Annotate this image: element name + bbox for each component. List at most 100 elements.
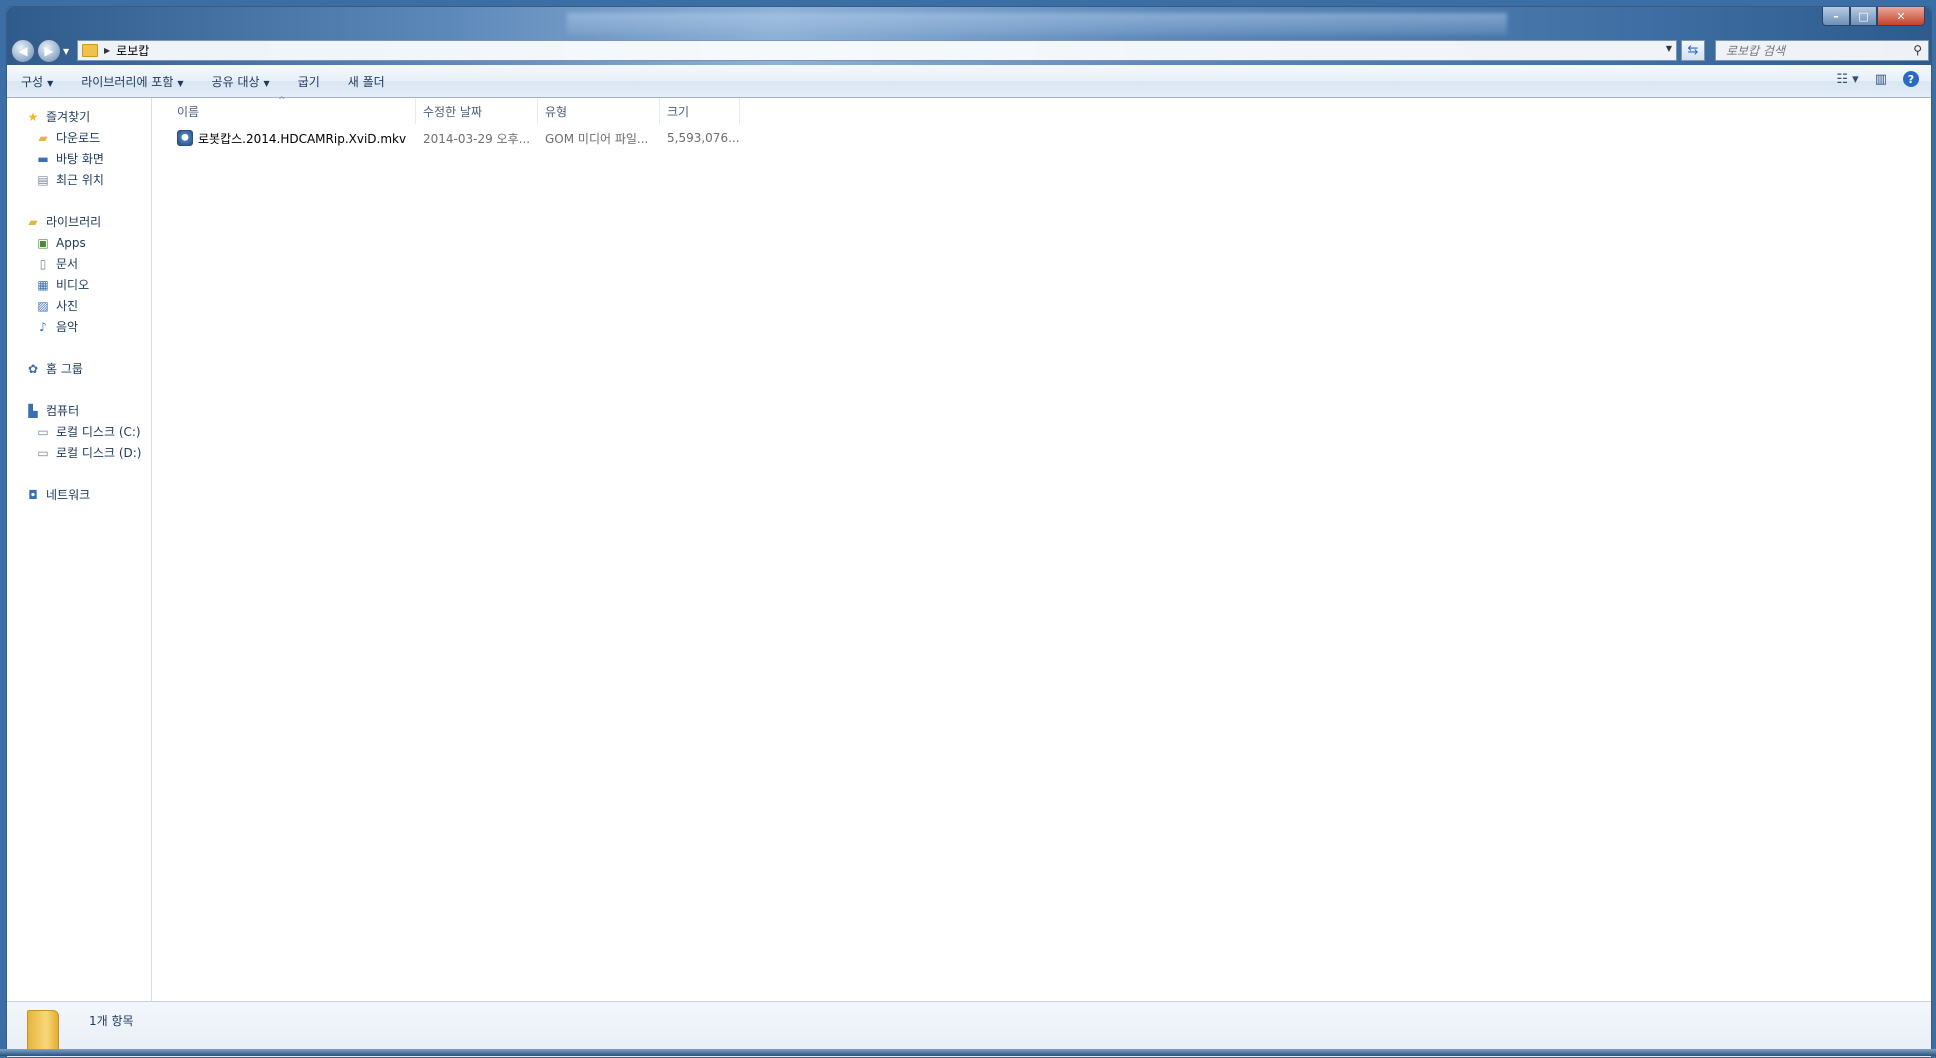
picture-icon: ▨ [37, 298, 49, 313]
sidebar-item-label: 다운로드 [56, 131, 101, 145]
sidebar-item-label: 사진 [56, 299, 79, 313]
window-controls: – □ ✕ [1822, 7, 1925, 26]
sidebar-item-label: 홈 그룹 [46, 362, 83, 376]
sidebar-item-label: Apps [56, 235, 86, 250]
organize-menu[interactable]: 구성 ▼ [7, 73, 67, 90]
chevron-down-icon: ▼ [263, 78, 270, 88]
help-icon[interactable]: ? [1903, 71, 1919, 87]
column-header-date[interactable]: 수정한 날짜 [416, 98, 538, 124]
maximize-button[interactable]: □ [1850, 7, 1877, 26]
column-header-label: 수정한 날짜 [423, 104, 483, 119]
desktop-icon: ▬ [37, 151, 49, 166]
column-header-label: 이름 [177, 104, 200, 119]
file-list-pane: ^ 이름 수정한 날짜 유형 크기 로봇캅스.2014.HDCAMRip.Xvi… [152, 96, 1931, 1001]
address-dropdown-icon[interactable]: ▼ [1666, 44, 1672, 53]
system-drive-icon: ▭ [37, 424, 49, 439]
sidebar-item-pictures[interactable]: ▨ 사진 [7, 295, 151, 316]
sidebar-item-label: 로컬 디스크 (C:) [56, 425, 141, 439]
sort-ascending-icon: ^ [278, 96, 286, 106]
search-icon[interactable]: ⚲ [1913, 43, 1922, 57]
sidebar-item-computer[interactable]: ▙ 컴퓨터 [7, 400, 151, 421]
computer-icon: ▙ [28, 403, 38, 418]
file-name: 로봇캅스.2014.HDCAMRip.XviD.mkv [198, 131, 407, 146]
sidebar-item-label: 즐겨찾기 [46, 110, 91, 124]
sidebar-item-label: 바탕 화면 [56, 152, 104, 166]
sidebar-item-label: 네트워크 [46, 488, 91, 502]
sidebar-item-homegroup[interactable]: ✿ 홈 그룹 [7, 358, 151, 379]
back-button[interactable]: ◀ [11, 39, 35, 63]
music-icon: ♪ [39, 319, 47, 334]
file-row[interactable]: 로봇캅스.2014.HDCAMRip.XviD.mkv 2014-03-29 오… [152, 127, 740, 149]
share-with-label: 공유 대상 [211, 74, 260, 89]
drive-icon: ▭ [37, 445, 49, 460]
folder-icon [82, 44, 98, 57]
sidebar-item-libraries[interactable]: ▰ 라이브러리 [7, 211, 151, 232]
preview-pane-icon[interactable]: ▥ [1875, 72, 1887, 87]
sidebar-item-network[interactable]: ◘ 네트워크 [7, 484, 151, 505]
title-glow [567, 13, 1507, 35]
file-size-cell: 5,593,076... [667, 131, 740, 145]
breadcrumb-current-folder[interactable]: 로보캅 [116, 42, 149, 59]
chevron-down-icon: ▼ [47, 78, 54, 88]
address-bar[interactable]: ▶ 로보캅 ▼ [77, 40, 1677, 61]
file-type-cell: GOM 미디어 파일... [545, 131, 649, 146]
column-header-type[interactable]: 유형 [538, 98, 660, 124]
homegroup-icon: ✿ [27, 361, 39, 376]
share-with-menu[interactable]: 공유 대상 ▼ [198, 73, 284, 90]
sidebar-item-label: 음악 [56, 320, 79, 334]
apps-library-icon: ▣ [37, 235, 49, 250]
sidebar-item-downloads[interactable]: ▰ 다운로드 [7, 127, 151, 148]
back-arrow-icon: ◀ [18, 44, 28, 58]
column-header-row: ^ 이름 수정한 날짜 유형 크기 [152, 96, 740, 124]
refresh-button[interactable]: ⇆ [1681, 40, 1705, 61]
sidebar-item-local-disk-d[interactable]: ▭ 로컬 디스크 (D:) [7, 442, 151, 463]
sidebar-item-label: 로컬 디스크 (D:) [56, 446, 142, 460]
sidebar-item-favorites[interactable]: ★ 즐겨찾기 [7, 106, 151, 127]
network-icon: ◘ [28, 487, 38, 502]
media-file-icon [177, 130, 193, 146]
navigation-pane: ★ 즐겨찾기 ▰ 다운로드 ▬ 바탕 화면 ▤ 최근 위치 ▰ 라이브러리 ▣ [7, 98, 152, 1001]
sidebar-item-label: 문서 [56, 257, 79, 271]
video-icon: ▦ [37, 277, 49, 292]
sidebar-item-desktop[interactable]: ▬ 바탕 화면 [7, 148, 151, 169]
close-button[interactable]: ✕ [1877, 7, 1925, 26]
sidebar-item-label: 라이브러리 [46, 215, 102, 229]
sidebar-item-documents[interactable]: ▯ 문서 [7, 253, 151, 274]
new-folder-button[interactable]: 새 폴더 [334, 73, 399, 90]
burn-button[interactable]: 굽기 [284, 73, 334, 90]
document-icon: ▯ [39, 256, 47, 271]
sidebar-item-label: 비디오 [56, 278, 90, 292]
sidebar-item-recent-places[interactable]: ▤ 최근 위치 [7, 169, 151, 190]
explorer-window: – □ ✕ ◀ ▶ ▼ ▶ 로보캅 ▼ ⇆ ⚲ 구성▼ 라이브러리에 포함 [6, 6, 1932, 1058]
title-bar: – □ ✕ ◀ ▶ ▼ ▶ 로보캅 ▼ ⇆ ⚲ [7, 7, 1931, 65]
recent-pages-dropdown-icon[interactable]: ▼ [63, 47, 69, 56]
chevron-down-icon: ▼ [177, 78, 184, 88]
forward-button[interactable]: ▶ [37, 39, 61, 63]
sidebar-item-music[interactable]: ♪ 음악 [7, 316, 151, 337]
minimize-button[interactable]: – [1822, 7, 1850, 26]
new-folder-label: 새 폴더 [347, 74, 385, 89]
view-options-icon[interactable]: ☷ ▾ [1836, 72, 1858, 87]
sidebar-item-videos[interactable]: ▦ 비디오 [7, 274, 151, 295]
view-controls: ☷ ▾ ▥ ? [1836, 71, 1919, 87]
command-bar: 구성 ▼ 라이브러리에 포함 ▼ 공유 대상 ▼ 굽기 새 폴더 ☷ ▾ ▥ ? [7, 65, 1931, 98]
taskbar [0, 1049, 1936, 1056]
sidebar-item-label: 최근 위치 [56, 173, 104, 187]
burn-label: 굽기 [297, 74, 320, 89]
column-header-label: 크기 [667, 104, 690, 119]
sidebar-item-local-disk-c[interactable]: ▭ 로컬 디스크 (C:) [7, 421, 151, 442]
search-box[interactable]: ⚲ [1715, 40, 1929, 61]
column-header-label: 유형 [545, 104, 568, 119]
libraries-icon: ▰ [28, 214, 38, 229]
recent-places-icon: ▤ [37, 172, 49, 187]
search-input[interactable] [1724, 42, 1898, 59]
include-in-library-menu[interactable]: 라이브러리에 포함 ▼ [67, 73, 197, 90]
sidebar-item-label: 컴퓨터 [46, 404, 80, 418]
file-name-cell[interactable]: 로봇캅스.2014.HDCAMRip.XviD.mkv [152, 130, 416, 147]
sidebar-item-apps[interactable]: ▣ Apps [7, 232, 151, 253]
item-count: 1개 항목 [89, 1014, 134, 1028]
file-date-cell: 2014-03-29 오후... [423, 131, 531, 146]
column-header-size[interactable]: 크기 [660, 98, 740, 124]
column-header-name[interactable]: ^ 이름 [152, 96, 416, 124]
breadcrumb-separator-icon[interactable]: ▶ [104, 46, 110, 55]
